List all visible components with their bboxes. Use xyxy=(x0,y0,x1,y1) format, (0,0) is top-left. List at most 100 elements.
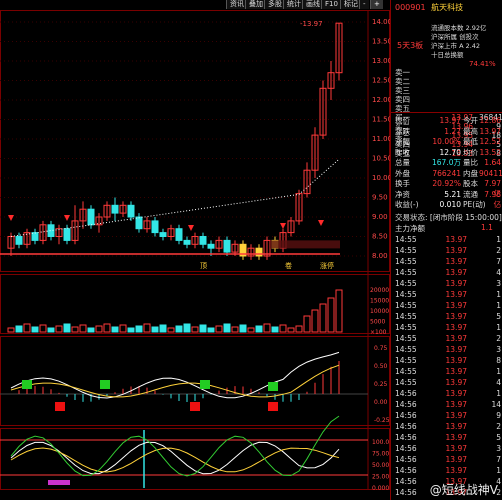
candle-body xyxy=(223,239,231,253)
price-axis-tick: 11.00 xyxy=(372,135,390,143)
kdj-axis-tick: 0.000 xyxy=(372,485,389,490)
chart-toolbar: 资讯 叠加 多股 统计 画线 F10 标记 - + xyxy=(0,0,390,10)
toolbar-button[interactable]: 画线 xyxy=(302,0,323,9)
volume-bar xyxy=(151,326,159,333)
volume-bar xyxy=(39,324,47,333)
quote-label: 外盘 xyxy=(395,168,410,178)
trade-time: 14:56 xyxy=(395,433,417,442)
volume-bar xyxy=(111,326,119,333)
volume-axis-tick: 20000 xyxy=(370,287,389,294)
trade-volume: 1 xyxy=(496,290,501,299)
quote-value: 10.00% xyxy=(432,137,461,146)
trade-row: 14:55 13.97 1 xyxy=(391,289,502,300)
trade-volume: 7 xyxy=(496,455,501,464)
macd-signal-block-red xyxy=(190,402,200,411)
kdj-signal-block xyxy=(48,480,70,485)
quote-value: - xyxy=(498,200,501,209)
trade-price: 13.97 xyxy=(445,455,467,464)
quote-row: 现价 13.97 今开 12.86 xyxy=(391,116,502,126)
volume-bar xyxy=(95,325,103,333)
volume-bar xyxy=(71,326,79,333)
trade-volume: 3 xyxy=(496,345,501,354)
price-axis-tick: 10.50 xyxy=(372,155,390,163)
trade-time: 14:55 xyxy=(395,345,417,354)
volume-bar xyxy=(239,324,247,333)
kline-chart-area[interactable]: 14.00 13.50 13.00 12.50 12.00 11.50 11.00 10.50… xyxy=(0,10,392,492)
volume-axis-tick: 10000 xyxy=(370,308,389,315)
trade-price: 13.97 xyxy=(445,279,467,288)
volume-bar xyxy=(231,326,239,333)
trade-row: 14:56 13.97 7 xyxy=(391,454,502,465)
volume-axis-tick: ×100 xyxy=(370,329,387,336)
trade-time: 14:55 xyxy=(395,312,417,321)
volume-bar xyxy=(87,327,95,333)
volume-bar xyxy=(199,324,207,333)
toolbar-button[interactable]: + xyxy=(370,0,383,9)
candle-body xyxy=(159,232,167,238)
signal-arrow xyxy=(188,225,194,231)
orderbook-divider xyxy=(391,112,502,113)
quote-row: 外盘 766241内盘904111 xyxy=(391,169,502,179)
quote-label: 收益(-) xyxy=(395,200,419,209)
trade-volume: 9 xyxy=(496,411,501,420)
kdj-axis-tick: 75.00 xyxy=(372,451,389,458)
price-axis-tick: 12.00 xyxy=(372,96,390,104)
quote-label: 现价 xyxy=(395,116,410,125)
trade-row: 14:55 13.97 1 xyxy=(391,322,502,333)
toolbar-button[interactable]: 叠加 xyxy=(245,0,266,9)
trade-row: 14:55 13.97 3 xyxy=(391,344,502,355)
trade-volume: 1 xyxy=(496,466,501,475)
quote-value: 20.92% xyxy=(432,179,461,188)
stock-header[interactable]: 000901 航天科技 xyxy=(395,2,463,13)
quote-value: 13.52 xyxy=(479,147,501,157)
candle-body xyxy=(183,239,191,245)
volume-bar xyxy=(31,326,39,333)
trade-price: 13.97 xyxy=(445,367,467,376)
candle-body xyxy=(87,208,95,226)
quote-label: 昨收 xyxy=(395,147,410,157)
trade-price: 13.97 xyxy=(445,323,467,332)
trade-row: 14:55 13.97 1 xyxy=(391,366,502,377)
stock-code: 000901 xyxy=(395,3,426,12)
volume-bar xyxy=(263,323,271,333)
trade-volume: 3 xyxy=(496,444,501,453)
toolbar-button[interactable]: - xyxy=(359,0,369,9)
top-price-marker: -13.97 xyxy=(300,20,323,28)
stock-info-line: 沪深所属 创投次 xyxy=(431,33,479,41)
chart-annotation: 涨停 xyxy=(320,261,334,270)
quote-label: 最低 xyxy=(463,137,478,146)
quote-value: 12.86 xyxy=(479,116,501,125)
signal-arrow xyxy=(318,220,324,226)
trade-price: 13.97 xyxy=(445,356,467,365)
quote-value: 13.97 xyxy=(439,116,461,125)
tick-trades-list[interactable]: 14:55 13.97 1 14:55 13.97 2 14:55 13.97 7 14:55 13… xyxy=(391,234,502,500)
trade-price: 13.97 xyxy=(445,268,467,277)
candle-body xyxy=(63,228,71,241)
signal-arrow xyxy=(8,215,14,221)
quote-row: 涨幅 10.00% 最低 12.52 xyxy=(391,137,502,147)
kline-chart-svg[interactable]: 14.00 13.50 13.00 12.50 12.00 11.50 11.00 10.50… xyxy=(0,10,392,492)
macd-signal-block-green xyxy=(100,380,110,389)
toolbar-button[interactable]: 多股 xyxy=(264,0,285,9)
macd-signal-block-green xyxy=(200,380,210,389)
volume-bar xyxy=(319,303,327,333)
volume-bar xyxy=(135,325,143,333)
trade-price: 13.97 xyxy=(445,466,467,475)
volume-bar xyxy=(271,326,279,333)
toolbar-button[interactable]: 资讯 xyxy=(226,0,247,9)
toolbar-button[interactable]: 标记 xyxy=(340,0,361,9)
trade-volume: 1 xyxy=(496,301,501,310)
trade-row: 14:55 13.97 8 xyxy=(391,355,502,366)
trade-price: 13.97 xyxy=(445,290,467,299)
price-axis-tick: 9.00 xyxy=(372,213,388,221)
candle-body xyxy=(207,243,215,249)
toolbar-button[interactable]: F10 xyxy=(321,0,341,9)
macd-signal-block-red xyxy=(55,402,65,411)
trade-row: 14:55 13.97 4 xyxy=(391,267,502,278)
toolbar-button[interactable]: 统计 xyxy=(283,0,304,9)
candle-body xyxy=(31,232,39,241)
stock-info-line: 十日总换额 xyxy=(431,51,464,59)
trade-volume: 1 xyxy=(496,323,501,332)
volume-bar xyxy=(143,323,151,333)
trade-time: 14:56 xyxy=(395,400,417,409)
